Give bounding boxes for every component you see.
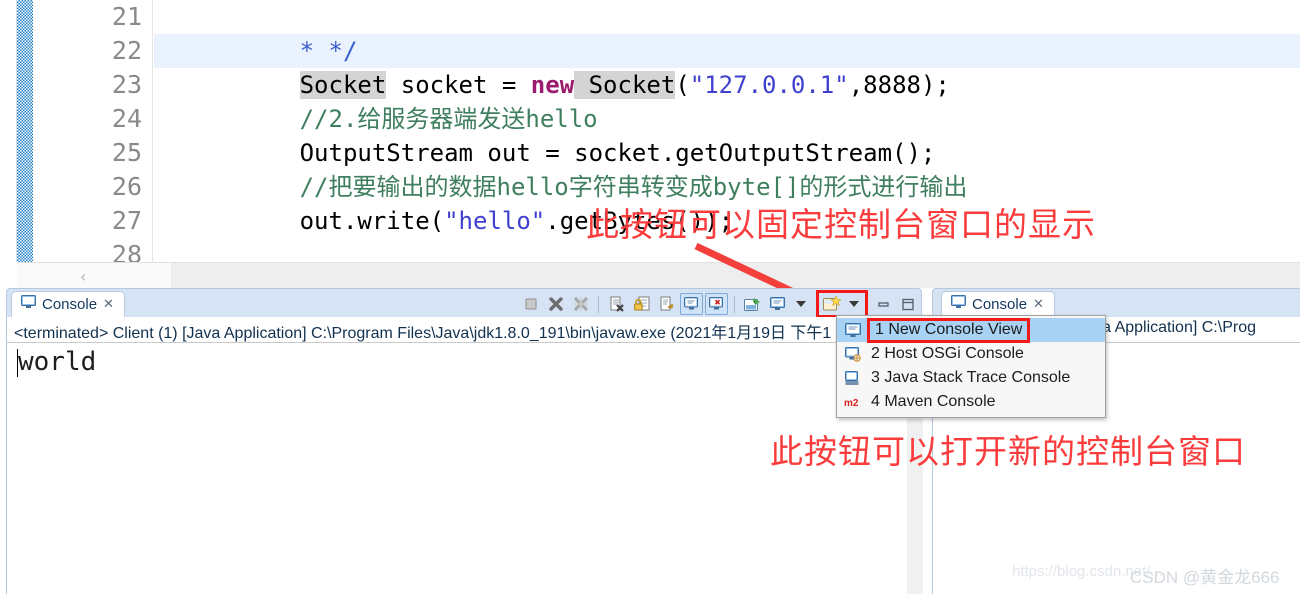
menu-item-label: 4 Maven Console bbox=[871, 393, 996, 410]
menu-item-new-console-view[interactable]: 1 New Console View bbox=[837, 317, 1105, 343]
console-icon bbox=[21, 295, 36, 314]
code-line-21[interactable]: * */ bbox=[154, 0, 1300, 65]
console-view-icon bbox=[844, 321, 862, 339]
line-number-gutter: 21 22 23 24 25 26 27 28 bbox=[33, 0, 153, 269]
tab-label: Console bbox=[42, 296, 98, 313]
code-token-string: "127.0.0.1" bbox=[689, 71, 849, 99]
line-number: 21 bbox=[111, 2, 142, 31]
screenshot-root: 21 22 23 24 25 26 27 28 * */ Socket sock… bbox=[0, 0, 1300, 594]
console-output-text: world bbox=[18, 347, 97, 377]
maven-m2-icon: m2 bbox=[844, 393, 862, 411]
code-token-keyword: new bbox=[530, 71, 575, 99]
maximize-button[interactable] bbox=[897, 294, 919, 314]
console-process-label: <terminated> Client (1) [Java Applicatio… bbox=[7, 317, 923, 342]
remove-launch-button[interactable] bbox=[544, 293, 567, 315]
editor-horizontal-scrollbar[interactable]: ‹ bbox=[17, 262, 1300, 288]
line-number: 22 bbox=[111, 36, 142, 65]
code-token: ,8888); bbox=[848, 71, 950, 99]
pin-console-button[interactable] bbox=[741, 293, 764, 315]
tab-label: Console bbox=[972, 296, 1028, 313]
line-number: 27 bbox=[111, 206, 142, 235]
menu-item-label: 1 New Console View bbox=[867, 317, 1031, 343]
console-toolbar[interactable] bbox=[519, 290, 919, 318]
console-tab-bar[interactable]: Console ✕ bbox=[7, 289, 923, 318]
console-tab-bar-secondary[interactable]: Console ✕ bbox=[933, 289, 1300, 317]
code-token: ( bbox=[675, 71, 690, 99]
close-icon[interactable]: ✕ bbox=[1033, 297, 1044, 312]
toolbar-separator bbox=[598, 295, 599, 313]
stack-trace-icon bbox=[844, 369, 862, 387]
scroll-lock-button[interactable] bbox=[630, 293, 653, 315]
tab-console-secondary[interactable]: Console ✕ bbox=[941, 291, 1055, 317]
console-icon bbox=[951, 295, 966, 314]
menu-item-maven-console[interactable]: m2 4 Maven Console bbox=[837, 390, 1105, 414]
line-number: 25 bbox=[111, 138, 142, 167]
toolbar-separator bbox=[734, 295, 735, 313]
code-token: socket = bbox=[386, 71, 531, 99]
code-token-ctor: Socket bbox=[574, 71, 676, 99]
code-token-type: Socket bbox=[299, 71, 387, 99]
osgi-console-icon bbox=[844, 345, 862, 363]
line-number: 23 bbox=[111, 70, 142, 99]
annotation-new-console-note: 此按钮可以打开新的控制台窗口 bbox=[770, 432, 1246, 471]
menu-item-label: 2 Host OSGi Console bbox=[871, 345, 1024, 362]
svg-text:m2: m2 bbox=[844, 398, 859, 409]
open-console-menu[interactable]: 1 New Console View 2 Host OSGi Console 3… bbox=[836, 315, 1106, 418]
code-token: out.write( bbox=[299, 207, 445, 235]
code-token: OutputStream out = socket.getOutputStrea… bbox=[299, 139, 936, 167]
watermark-credit: CSDN @黄金龙666 bbox=[1130, 568, 1280, 587]
code-token: * */ bbox=[299, 37, 358, 65]
show-console-on-error-button[interactable] bbox=[705, 293, 728, 315]
terminate-button[interactable] bbox=[519, 293, 542, 315]
code-comment: //2.给服务器端发送hello bbox=[299, 105, 598, 133]
annotation-ruler[interactable] bbox=[17, 0, 33, 262]
menu-item-host-osgi-console[interactable]: 2 Host OSGi Console bbox=[837, 342, 1105, 366]
close-icon[interactable]: ✕ bbox=[103, 297, 114, 312]
annotation-pin-console-note: 此按钮可以固定控制台窗口的显示 bbox=[586, 205, 1096, 244]
line-number: 26 bbox=[111, 172, 142, 201]
tab-console[interactable]: Console ✕ bbox=[11, 291, 125, 317]
show-console-on-output-button[interactable] bbox=[680, 293, 703, 315]
scrollbar-left-cap bbox=[17, 263, 171, 288]
open-console-dropdown-icon[interactable] bbox=[849, 301, 859, 307]
word-wrap-button[interactable] bbox=[655, 293, 678, 315]
remove-all-terminated-button[interactable] bbox=[569, 293, 592, 315]
editor-left-trim bbox=[0, 0, 17, 262]
open-console-highlight-box[interactable] bbox=[816, 290, 868, 318]
open-console-button[interactable] bbox=[820, 293, 844, 315]
display-selected-console-button[interactable] bbox=[766, 293, 789, 315]
minimize-button[interactable] bbox=[873, 294, 895, 314]
line-number: 24 bbox=[111, 104, 142, 133]
code-comment: //把要输出的数据hello字符串转变成byte[]的形式进行输出 bbox=[299, 173, 968, 201]
scroll-left-arrow-icon[interactable]: ‹ bbox=[80, 267, 86, 286]
menu-item-java-stack-trace-console[interactable]: 3 Java Stack Trace Console bbox=[837, 366, 1105, 390]
display-selected-console-dropdown-icon[interactable] bbox=[796, 301, 806, 307]
code-token-string: "hello" bbox=[444, 207, 546, 235]
clear-console-button[interactable] bbox=[605, 293, 628, 315]
menu-item-label: 3 Java Stack Trace Console bbox=[871, 369, 1071, 386]
